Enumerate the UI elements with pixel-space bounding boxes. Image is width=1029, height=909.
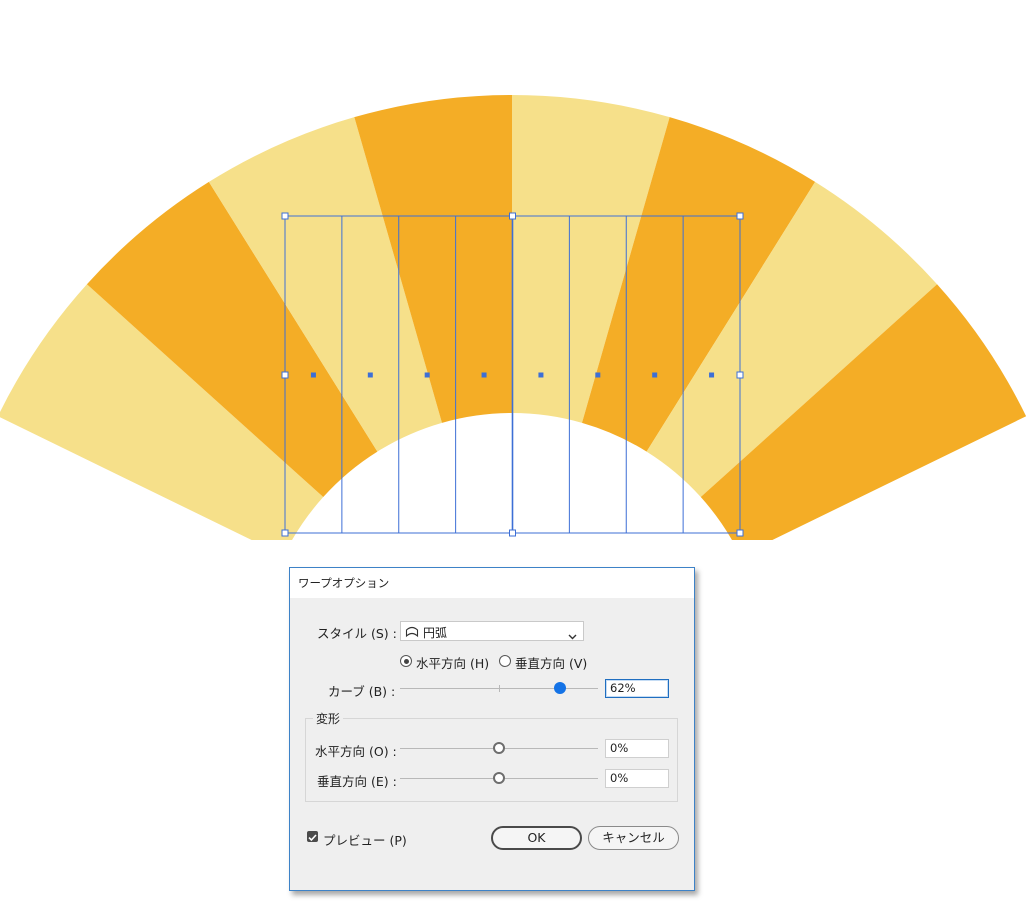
preview-label[interactable]: プレビュー (P) — [323, 830, 407, 849]
cancel-button[interactable]: キャンセル — [588, 826, 679, 850]
vertical-distortion-input[interactable]: 0% — [605, 769, 669, 788]
warp-options-dialog: ワープオプション スタイル (S) : 円弧 水平方向 (H) 垂直方向 (V)… — [289, 567, 695, 891]
radio-vertical[interactable] — [499, 655, 511, 667]
bend-slider-handle[interactable] — [554, 682, 567, 694]
horizontal-distortion-input[interactable]: 0% — [605, 739, 669, 758]
anchor-point[interactable] — [481, 372, 487, 378]
horizontal-distortion-label: 水平方向 (O) : — [315, 744, 397, 759]
resize-handle[interactable] — [736, 529, 744, 537]
resize-handle[interactable] — [509, 212, 516, 220]
resize-handle[interactable] — [736, 212, 744, 220]
anchor-point[interactable] — [709, 372, 715, 378]
distortion-group-label: 変形 — [313, 710, 344, 727]
anchor-point[interactable] — [652, 372, 658, 378]
resize-handle[interactable] — [736, 371, 744, 379]
arc-icon — [405, 626, 419, 641]
artboard — [0, 95, 1027, 540]
radio-horizontal[interactable] — [400, 655, 412, 667]
style-value: 円弧 — [423, 626, 448, 640]
anchor-point[interactable] — [367, 372, 373, 378]
anchor-point[interactable] — [538, 372, 544, 378]
style-dropdown[interactable]: 円弧 — [400, 621, 584, 641]
dialog-title: ワープオプション — [290, 568, 694, 598]
anchor-point[interactable] — [595, 372, 601, 378]
preview-checkbox[interactable] — [307, 831, 318, 842]
resize-handle[interactable] — [281, 529, 289, 537]
resize-handle[interactable] — [281, 212, 289, 220]
resize-handle[interactable] — [509, 529, 516, 537]
radio-vertical-label[interactable]: 垂直方向 (V) — [515, 653, 587, 672]
bend-label: カーブ (B) : — [328, 684, 396, 699]
radio-horizontal-label[interactable]: 水平方向 (H) — [416, 653, 489, 672]
vertical-distortion-handle[interactable] — [493, 772, 505, 784]
checkmark-icon — [308, 834, 317, 842]
resize-handle[interactable] — [281, 371, 289, 379]
style-label: スタイル (S) : — [317, 626, 397, 641]
vertical-distortion-label: 垂直方向 (E) : — [317, 774, 397, 789]
anchor-point[interactable] — [310, 372, 316, 378]
bend-input[interactable]: 62% — [605, 679, 669, 698]
ok-button[interactable]: OK — [491, 826, 582, 850]
horizontal-distortion-handle[interactable] — [493, 742, 505, 754]
bend-slider-center-tick — [499, 685, 500, 692]
chevron-down-icon — [568, 628, 577, 643]
anchor-point[interactable] — [424, 372, 430, 378]
